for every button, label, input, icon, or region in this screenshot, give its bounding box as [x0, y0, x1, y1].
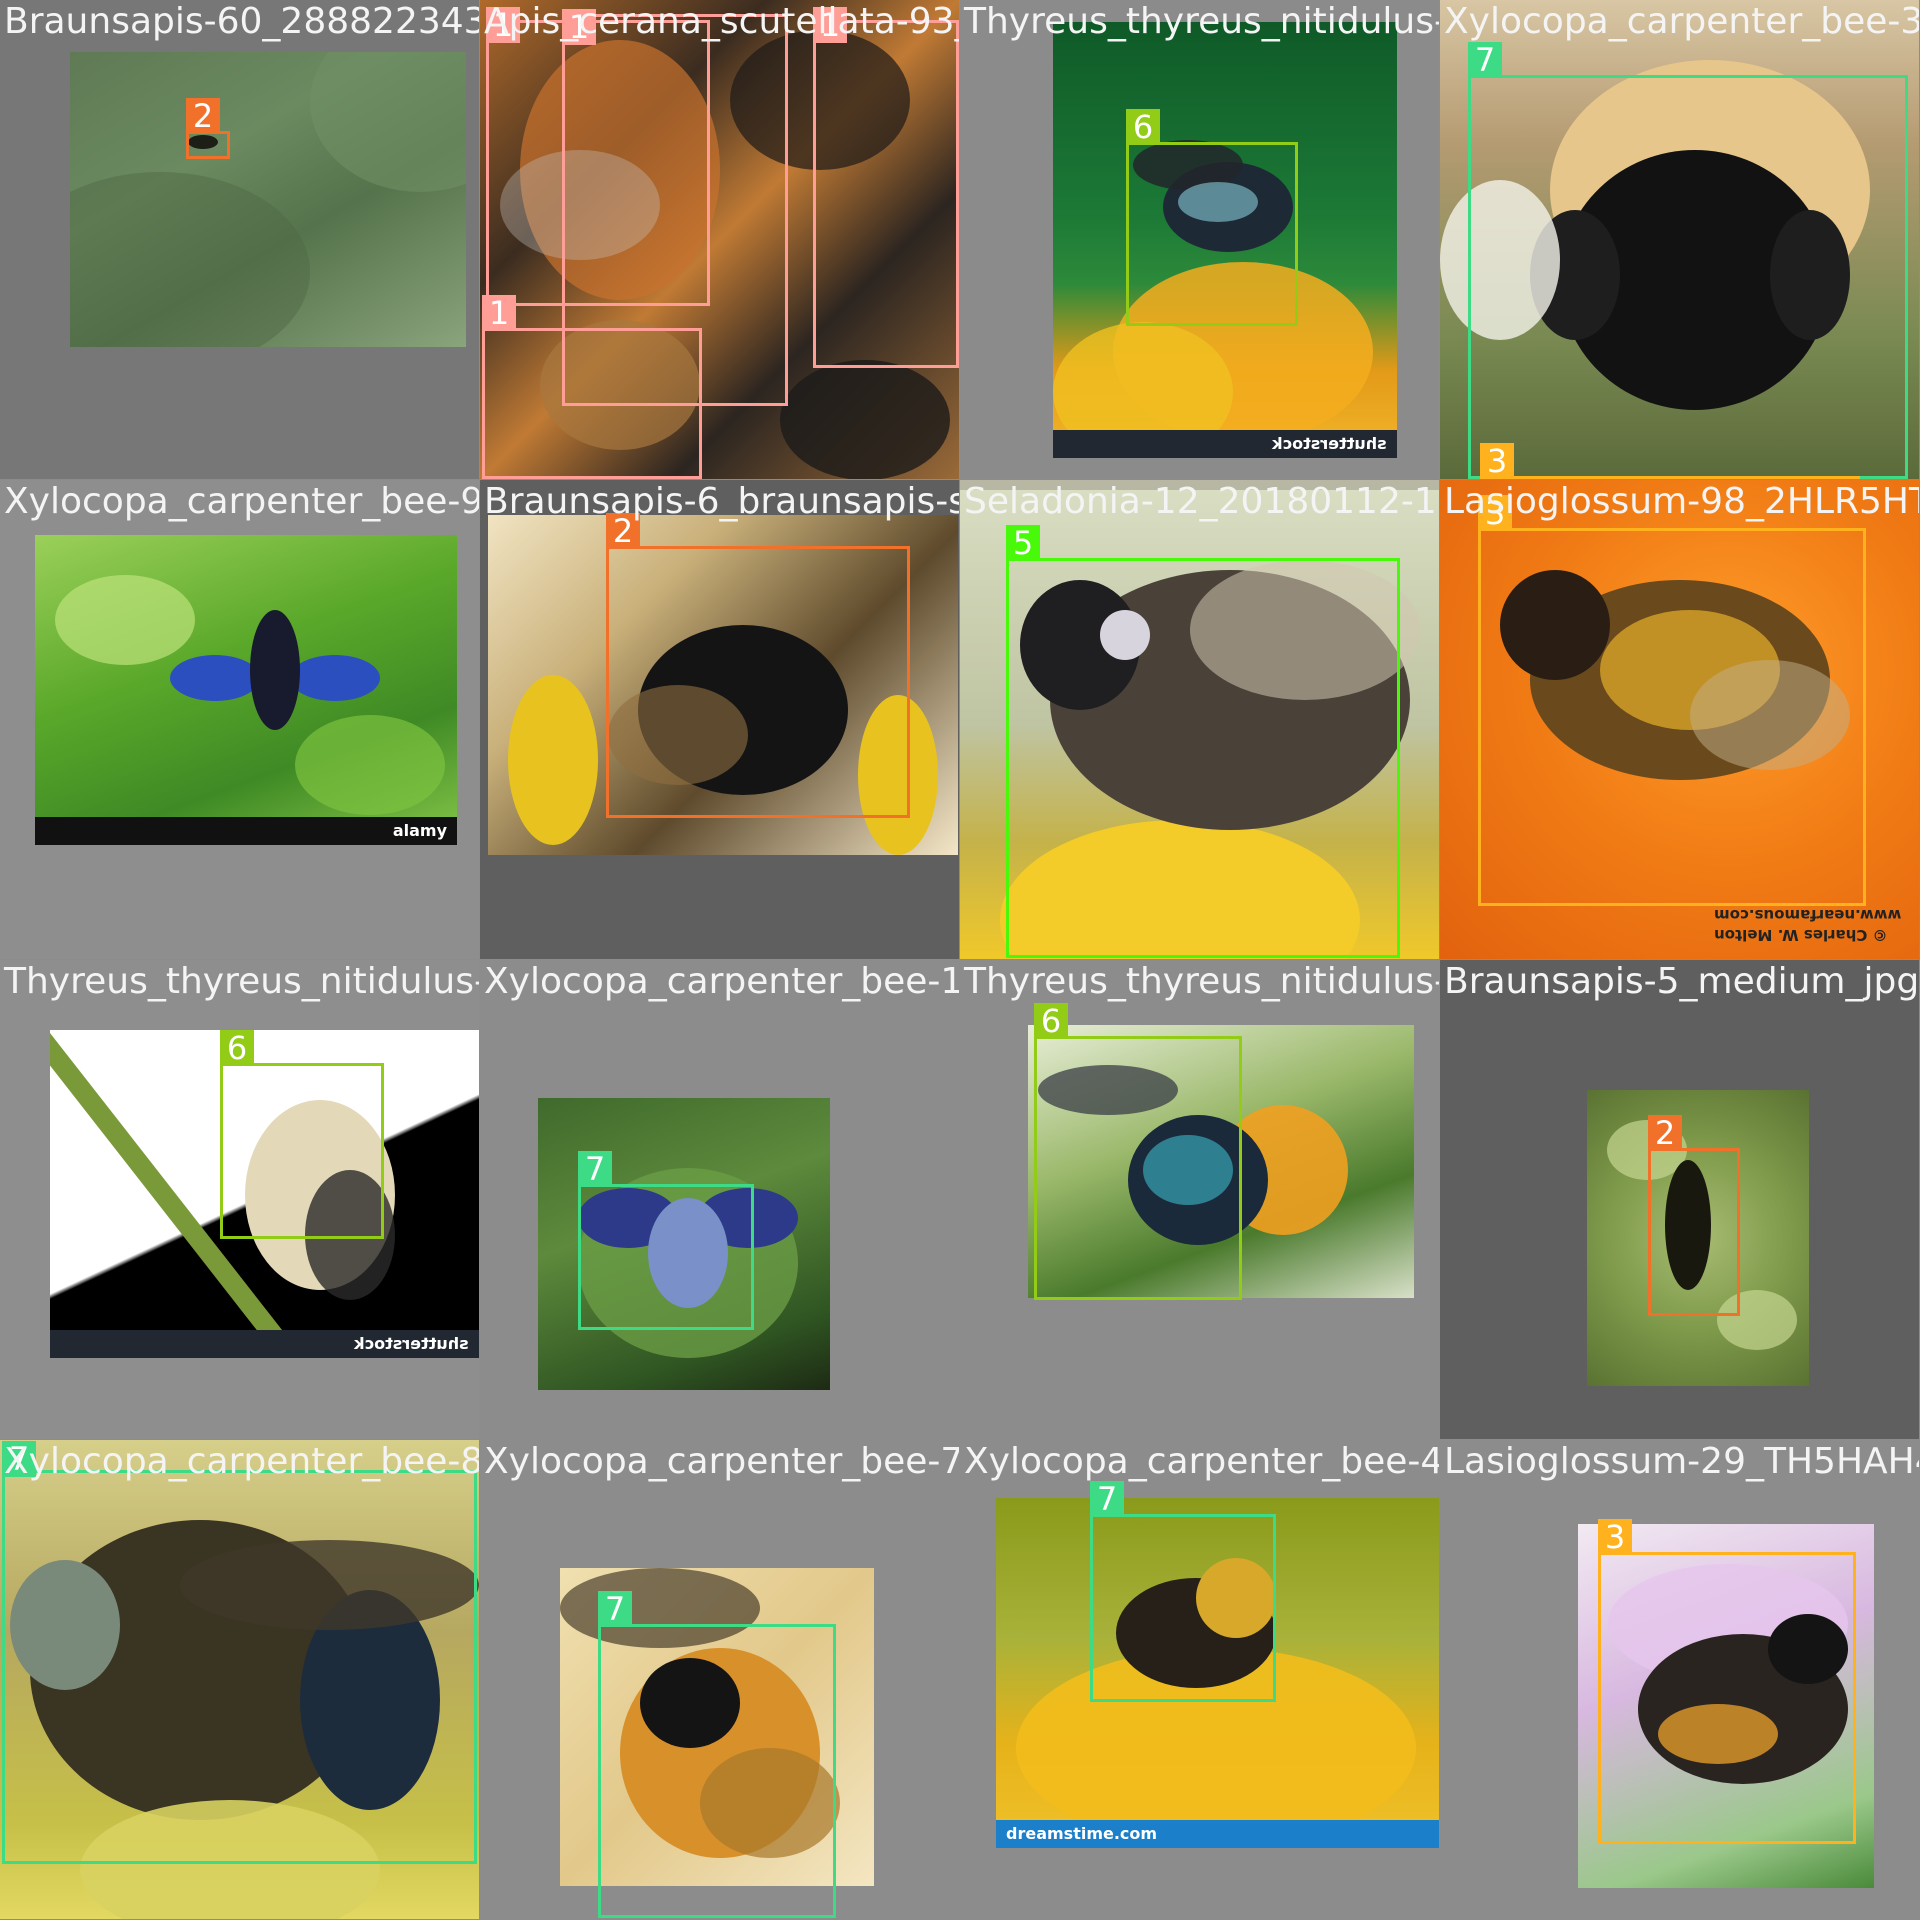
- image-title: Seladonia-12_20180112-135n-1026838: [964, 481, 1439, 522]
- bounding-box[interactable]: 7: [578, 1151, 754, 1330]
- photo: [70, 52, 466, 347]
- bounding-box[interactable]: 6: [1126, 109, 1298, 326]
- image-title: Xylocopa_carpenter_bee-48: [964, 1441, 1439, 1482]
- mosaic-tile[interactable]: shutterstock 6 Thyreus_thyreus_nitidulus…: [960, 0, 1439, 479]
- bounding-box[interactable]: 6: [1034, 1003, 1242, 1300]
- mosaic-tile[interactable]: 2 Braunsapis-5_medium_jpg: [1440, 960, 1919, 1439]
- image-title: Braunsapis-60_2888223438: [4, 1, 479, 42]
- class-label: 2: [1648, 1115, 1682, 1151]
- bounding-box[interactable]: 1: [813, 7, 959, 368]
- class-label: 7: [1090, 1481, 1124, 1517]
- class-label: 5: [1006, 525, 1040, 561]
- watermark-bar: shutterstock: [50, 1330, 479, 1358]
- image-title: Braunsapis-5_medium_jpg: [1444, 961, 1919, 1002]
- class-label: 6: [1126, 109, 1160, 145]
- bounding-box[interactable]: 3: [1480, 443, 1860, 479]
- bounding-box[interactable]: 2: [606, 513, 910, 818]
- image-title: Xylocopa_carpenter_bee-86: [4, 1441, 479, 1482]
- image-title: Thyreus_thyreus_nitidulus-24: [4, 961, 479, 1002]
- mosaic-tile[interactable]: 3 © Charles W. Melton www.nearfamous.com…: [1440, 480, 1919, 959]
- watermark-text: shutterstock: [1272, 434, 1387, 453]
- image-title: Xylocopa_carpenter_bee-72: [484, 1441, 959, 1482]
- bounding-box[interactable]: 3: [1478, 495, 1866, 906]
- mosaic-tile[interactable]: 3 Lasioglossum-29_TH5HAH4: [1440, 1440, 1919, 1919]
- bounding-box[interactable]: 7: [598, 1591, 836, 1918]
- watermark-bar: shutterstock: [1053, 430, 1397, 458]
- mosaic-tile[interactable]: dreamstime.com 7 Xylocopa_carpenter_bee-…: [960, 1440, 1439, 1919]
- image-title: Xylocopa_carpenter_bee-34: [1444, 1, 1919, 42]
- mosaic-tile[interactable]: 7 Xylocopa_carpenter_bee-86: [0, 1440, 479, 1919]
- image-title: Thyreus_thyreus_nitidulus-9: [964, 1, 1439, 42]
- photo: alamy: [35, 535, 457, 845]
- bounding-box[interactable]: 1: [482, 295, 702, 479]
- bounding-box[interactable]: 6: [220, 1030, 384, 1239]
- image-title: Apis_cerana_scutellata-93_Apis_mellifera: [484, 1, 959, 42]
- class-label: 3: [1480, 443, 1514, 479]
- image-title: Xylocopa_carpenter_bee-15: [484, 961, 959, 1002]
- image-title: Xylocopa_carpenter_bee-93: [4, 481, 479, 522]
- class-label: 1: [482, 295, 516, 331]
- watermark-text: dreamstime.com: [1006, 1824, 1158, 1843]
- watermark-bar: dreamstime.com: [996, 1820, 1439, 1848]
- mosaic-tile[interactable]: 6 Thyreus_thyreus_nitidulus-8: [960, 960, 1439, 1439]
- mosaic-tile[interactable]: shutterstock 6 Thyreus_thyreus_nitidulus…: [0, 960, 479, 1439]
- watermark-text: shutterstock: [354, 1334, 469, 1353]
- image-title: Lasioglossum-98_2HLR5HT: [1444, 481, 1919, 522]
- mosaic-tile[interactable]: 7 Xylocopa_carpenter_bee-72: [480, 1440, 959, 1919]
- mosaic-tile[interactable]: 1 1 1 1 Apis_cerana_scutellata-93_Apis_m…: [480, 0, 959, 479]
- photo-credit: © Charles W. Melton www.nearfamous.com: [1713, 906, 1901, 944]
- mosaic-tile[interactable]: 2 Braunsapis-6_braunsapis-sp: [480, 480, 959, 959]
- mosaic-tile[interactable]: 5 Seladonia-12_20180112-135n-1026838: [960, 480, 1439, 959]
- bounding-box[interactable]: 5: [1006, 525, 1400, 958]
- bounding-box[interactable]: 2: [1648, 1115, 1740, 1316]
- class-label: 7: [598, 1591, 632, 1627]
- bounding-box[interactable]: 3: [1598, 1519, 1856, 1844]
- class-label: 7: [1468, 42, 1502, 78]
- class-label: 3: [1598, 1519, 1632, 1555]
- class-label: 6: [220, 1030, 254, 1066]
- bounding-box[interactable]: 7: [2, 1441, 477, 1864]
- mosaic-tile[interactable]: 7 Xylocopa_carpenter_bee-15: [480, 960, 959, 1439]
- bounding-box[interactable]: 7: [1468, 42, 1908, 479]
- image-title: Thyreus_thyreus_nitidulus-8: [964, 961, 1439, 1002]
- class-label: 6: [1034, 1003, 1068, 1039]
- mosaic-tile[interactable]: 2 Braunsapis-60_2888223438: [0, 0, 479, 479]
- bounding-box[interactable]: 7: [1090, 1481, 1276, 1702]
- image-title: Braunsapis-6_braunsapis-sp: [484, 481, 959, 522]
- class-label: 7: [578, 1151, 612, 1187]
- class-label: 2: [186, 98, 220, 134]
- image-title: Lasioglossum-29_TH5HAH4: [1444, 1441, 1919, 1482]
- watermark-bar: alamy: [35, 817, 457, 845]
- bounding-box[interactable]: 2: [186, 98, 230, 159]
- mosaic-tile[interactable]: alamy Xylocopa_carpenter_bee-93: [0, 480, 479, 959]
- watermark-text: alamy: [392, 821, 447, 840]
- mosaic-tile[interactable]: 7 3 Xylocopa_carpenter_bee-34: [1440, 0, 1919, 479]
